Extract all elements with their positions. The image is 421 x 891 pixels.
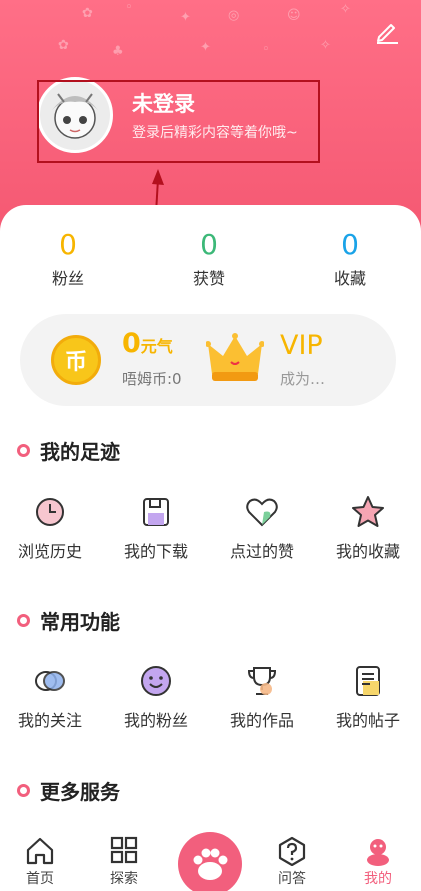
tab-label: 我的 (364, 871, 392, 887)
menu-item-label: 我的粉丝 (123, 711, 188, 730)
menu-item-label: 我的收藏 (335, 542, 400, 561)
stat-label: 获赞 (192, 269, 225, 288)
stat-value: 0 (200, 228, 218, 261)
section-dot-icon (17, 784, 30, 797)
decor-icon: ✿ (58, 38, 69, 53)
decor-icon: ✧ (340, 2, 351, 17)
energy-balance[interactable]: 0元气 (122, 328, 173, 359)
question-icon (278, 836, 306, 866)
section-footprint-title: 我的足迹 (17, 436, 120, 465)
vip-title[interactable]: VIP (280, 330, 323, 361)
fans-smile-icon (141, 666, 171, 696)
center-action-button[interactable] (178, 832, 242, 891)
tab-mine[interactable]: 我的 (348, 836, 408, 888)
edit-icon[interactable] (374, 18, 400, 44)
stat-value: 0 (341, 228, 359, 261)
heart-icon (246, 498, 278, 527)
menu-item-favorites[interactable]: 我的收藏 (318, 494, 418, 562)
post-note-icon (356, 666, 380, 696)
stat-fans[interactable]: 0 粉丝 (28, 228, 108, 289)
decor-icon: ✦ (180, 10, 191, 25)
annotation-highlight-box (37, 80, 320, 163)
menu-item-works[interactable]: 我的作品 (212, 663, 312, 731)
tab-qa[interactable]: 问答 (262, 836, 322, 888)
section-title-text: 常用功能 (40, 610, 120, 634)
menu-item-liked[interactable]: 点过的赞 (212, 494, 312, 562)
section-more-title: 更多服务 (17, 776, 120, 805)
decor-icon: ✿ (82, 6, 93, 21)
stat-likes[interactable]: 0 获赞 (169, 228, 249, 289)
menu-item-label: 我的作品 (229, 711, 294, 730)
follow-eye-icon (35, 671, 65, 691)
stat-label: 粉丝 (51, 269, 84, 288)
section-title-text: 更多服务 (40, 780, 120, 804)
history-clock-icon (36, 498, 64, 526)
menu-item-label: 我的关注 (17, 711, 82, 730)
coin-icon[interactable]: 币 (51, 335, 101, 385)
stat-value: 0 (59, 228, 77, 261)
vip-subtitle: 成为… (280, 370, 326, 388)
download-save-icon (143, 498, 169, 526)
decor-icon: ✧ (320, 38, 331, 53)
menu-item-following[interactable]: 我的关注 (0, 663, 100, 731)
coin-balance: 唔姆币:0 (122, 370, 182, 388)
decor-icon: ✦ (200, 40, 211, 55)
paw-icon (193, 848, 228, 880)
menu-item-label: 我的下载 (123, 542, 188, 561)
menu-item-label: 我的帖子 (335, 711, 400, 730)
section-title-text: 我的足迹 (40, 440, 120, 464)
menu-item-label: 浏览历史 (17, 542, 82, 561)
mascot-icon (367, 839, 389, 866)
decor-icon: ♣ (112, 44, 124, 59)
tab-label: 问答 (278, 871, 306, 887)
stat-label: 收藏 (333, 269, 366, 288)
decor-icon: ◎ (228, 8, 240, 23)
grid-icon (110, 836, 138, 864)
tab-label: 首页 (26, 871, 54, 887)
tab-home[interactable]: 首页 (10, 836, 70, 888)
trophy-icon (247, 667, 277, 695)
section-dot-icon (17, 614, 30, 627)
menu-item-fans[interactable]: 我的粉丝 (106, 663, 206, 731)
energy-value: 0 (122, 328, 141, 359)
menu-item-label: 点过的赞 (229, 542, 294, 561)
menu-item-history[interactable]: 浏览历史 (0, 494, 100, 562)
decor-icon: ◦ (125, 0, 133, 15)
decor-icon: ◦ (262, 42, 270, 57)
energy-unit: 元气 (140, 337, 173, 356)
stat-favorites[interactable]: 0 收藏 (310, 228, 390, 289)
star-icon (352, 496, 384, 527)
home-icon (26, 837, 54, 865)
menu-item-posts[interactable]: 我的帖子 (318, 663, 418, 731)
menu-item-downloads[interactable]: 我的下载 (106, 494, 206, 562)
tab-label: 探索 (110, 871, 138, 887)
crown-icon[interactable] (206, 332, 264, 384)
section-dot-icon (17, 444, 30, 457)
tab-explore[interactable]: 探索 (94, 836, 154, 888)
section-common-title: 常用功能 (17, 606, 120, 635)
decor-icon: ☺ (287, 8, 301, 23)
